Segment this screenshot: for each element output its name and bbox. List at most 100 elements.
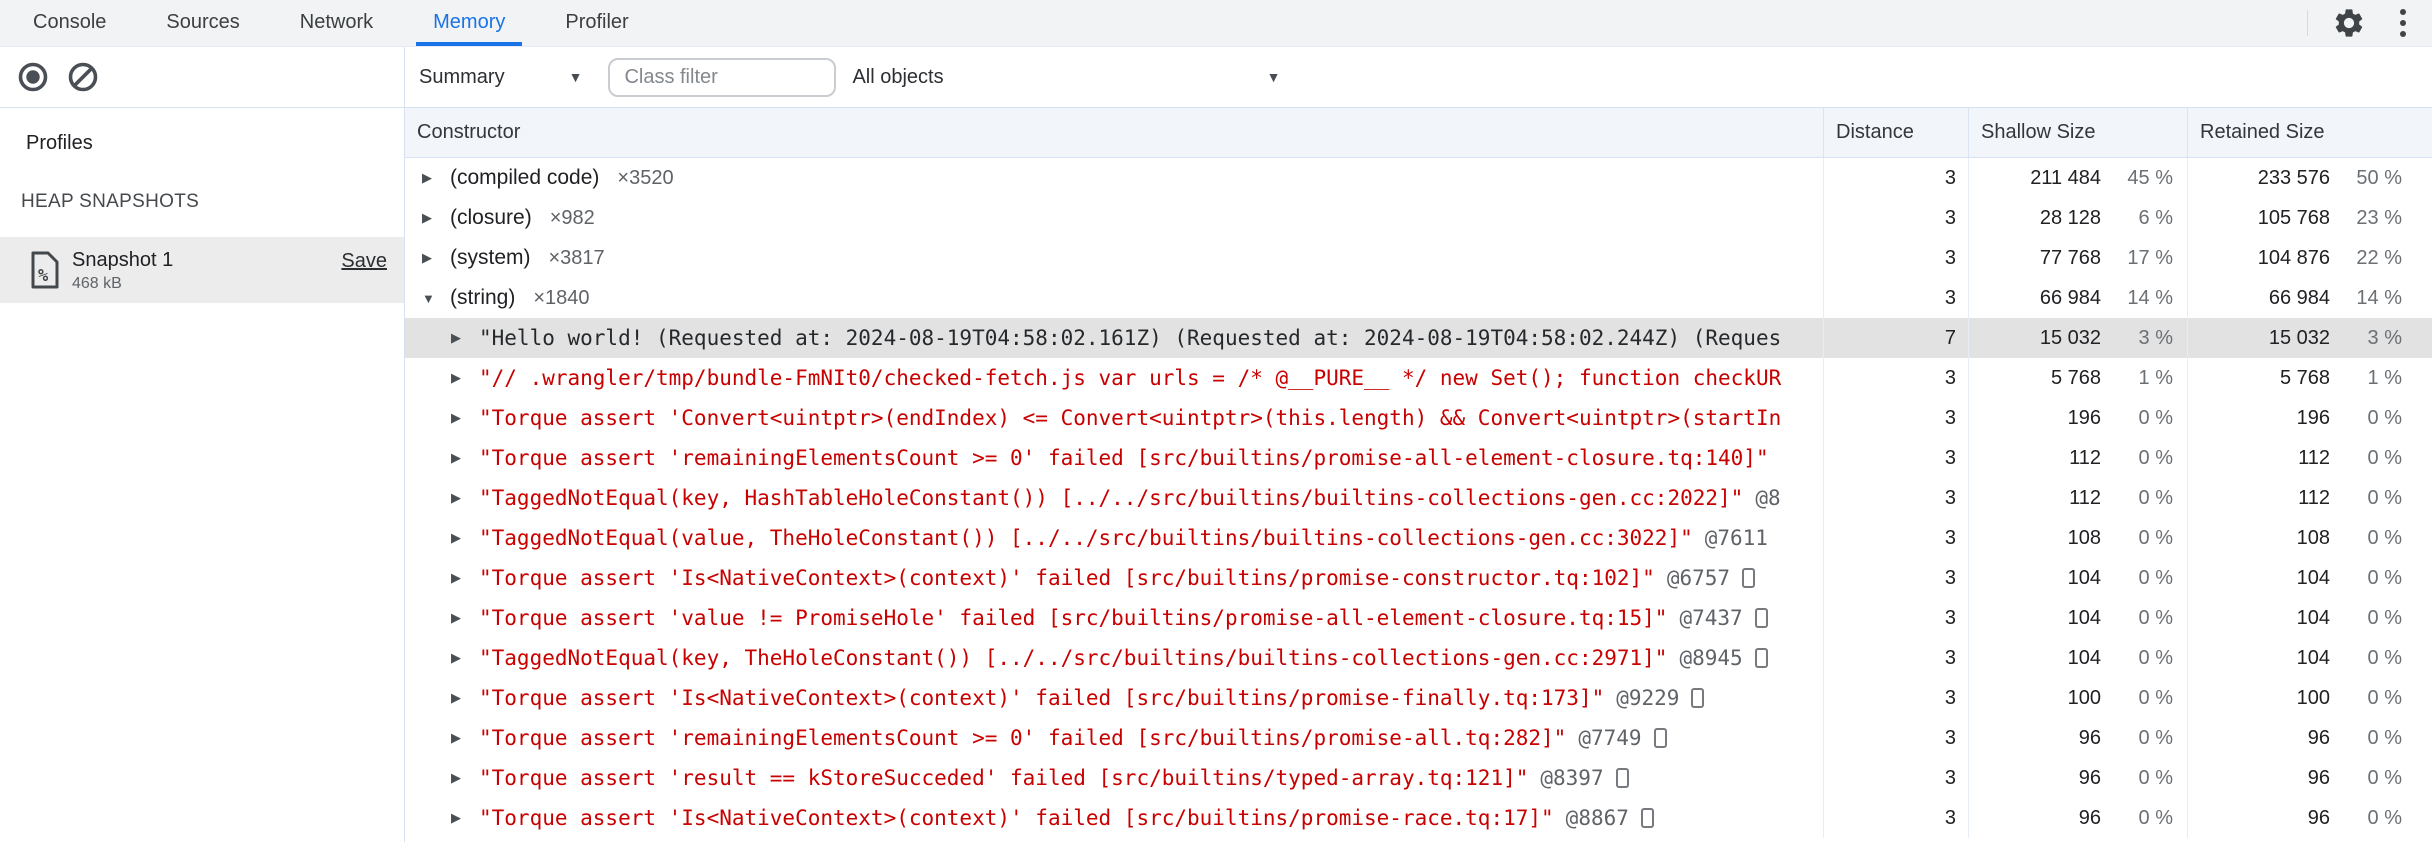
- table-row[interactable]: ▶ "// .wrangler/tmp/bundle-FmNIt0/checked…: [405, 358, 2432, 398]
- chevron-collapsed-icon[interactable]: ▶: [451, 730, 467, 746]
- missing-glyph-icon: [1640, 808, 1654, 828]
- chevron-collapsed-icon[interactable]: ▶: [451, 450, 467, 466]
- constructor-cell: ▶ "TaggedNotEqual(value, TheHoleConstant(…: [405, 518, 1823, 558]
- retained-size-cell: 105 768 23 %: [2187, 198, 2432, 238]
- class-filter-input[interactable]: [608, 57, 837, 97]
- distance-cell: 3: [1823, 478, 1968, 518]
- distance-value: 3: [1944, 766, 1956, 789]
- chevron-collapsed-icon[interactable]: ▶: [451, 530, 467, 546]
- table-row[interactable]: ▼ (string) ×1840 3 66 984 14 % 66 984 14 %: [405, 278, 2432, 318]
- chevron-collapsed-icon[interactable]: ▶: [451, 330, 467, 346]
- shallow-size-percent: 17 %: [2127, 246, 2173, 269]
- retained-size-cell: 66 984 14 %: [2187, 278, 2432, 318]
- chevron-expanded-icon[interactable]: ▼: [422, 291, 438, 306]
- snapshot-info: Snapshot 1 468 kB: [72, 248, 173, 293]
- retained-size-cell: 5 768 1 %: [2187, 358, 2432, 398]
- column-header-distance[interactable]: Distance: [1823, 108, 1968, 157]
- chevron-collapsed-icon[interactable]: ▶: [451, 610, 467, 626]
- table-row[interactable]: ▶ (system) ×3817 3 77 768 17 % 104 876 22 %: [405, 238, 2432, 278]
- constructor-cell: ▶ "Torque assert 'Convert<uintptr>(endInd…: [405, 398, 1823, 438]
- retained-size-percent: 0 %: [2367, 486, 2402, 509]
- table-row[interactable]: ▶ "Torque assert 'Convert<uintptr>(endInd…: [405, 398, 2432, 438]
- tab-memory[interactable]: Memory: [403, 0, 535, 46]
- constructor-label: "Torque assert 'remainingElementsCount >…: [479, 446, 1769, 470]
- chevron-collapsed-icon[interactable]: ▶: [451, 810, 467, 826]
- chevron-collapsed-icon[interactable]: ▶: [451, 650, 467, 666]
- shallow-size-value: 77 768: [2039, 246, 2101, 269]
- chevron-collapsed-icon[interactable]: ▶: [451, 570, 467, 586]
- missing-glyph-icon: [1691, 688, 1705, 708]
- distance-value: 3: [1944, 206, 1956, 229]
- chevron-collapsed-icon[interactable]: ▶: [451, 370, 467, 386]
- clear-profiles-icon[interactable]: [66, 60, 100, 94]
- chevron-collapsed-icon[interactable]: ▶: [451, 490, 467, 506]
- instance-count: ×3520: [617, 166, 674, 189]
- constructor-label: (closure): [450, 206, 532, 229]
- perspective-select-value: Summary: [419, 65, 505, 88]
- tab-profiler[interactable]: Profiler: [535, 0, 658, 46]
- chevron-collapsed-icon[interactable]: ▶: [451, 770, 467, 786]
- table-row[interactable]: ▶ "Torque assert 'Is<NativeContext>(conte…: [405, 558, 2432, 598]
- retained-size-percent: 0 %: [2367, 406, 2402, 429]
- retained-size-value: 112: [2298, 486, 2330, 509]
- save-snapshot-link[interactable]: Save: [341, 250, 387, 273]
- constructor-cell: ▶ "Torque assert 'Is<NativeContext>(conte…: [405, 798, 1823, 838]
- snapshot-size: 468 kB: [72, 274, 122, 292]
- tab-sources[interactable]: Sources: [136, 0, 269, 46]
- table-row[interactable]: ▶ "Hello world! (Requested at: 2024-08-19…: [405, 318, 2432, 358]
- object-scope-select[interactable]: All objects ▼: [852, 66, 1280, 89]
- tab-console[interactable]: Console: [3, 0, 136, 46]
- constructor-cell: ▶ "Torque assert 'Is<NativeContext>(conte…: [405, 678, 1823, 718]
- column-header-shallow-size[interactable]: Shallow Size: [1968, 108, 2187, 157]
- shallow-size-percent: 0 %: [2138, 446, 2173, 469]
- chevron-collapsed-icon[interactable]: ▶: [422, 250, 438, 266]
- retained-size-value: 66 984: [2268, 286, 2330, 309]
- table-row[interactable]: ▶ "Torque assert 'value != PromiseHole' f…: [405, 598, 2432, 638]
- retained-size-value: 15 032: [2268, 326, 2330, 349]
- table-row[interactable]: ▶ (compiled code) ×3520 3 211 484 45 % 233 576…: [405, 158, 2432, 198]
- chevron-collapsed-icon[interactable]: ▶: [422, 170, 438, 186]
- chevron-collapsed-icon[interactable]: ▶: [451, 690, 467, 706]
- constructor-label: (system): [450, 246, 531, 269]
- retained-size-percent: 0 %: [2367, 646, 2402, 669]
- grid-body: ▶ (compiled code) ×3520 3 211 484 45 % 233 576…: [405, 158, 2432, 838]
- retained-size-percent: 1 %: [2367, 366, 2402, 389]
- sidebar-item-snapshot-1[interactable]: % Snapshot 1 468 kB Save: [0, 237, 404, 303]
- retained-size-value: 108: [2296, 526, 2330, 549]
- table-row[interactable]: ▶ "Torque assert 'result == kStoreSuccede…: [405, 758, 2432, 798]
- table-row[interactable]: ▶ "TaggedNotEqual(key, TheHoleConstant())…: [405, 638, 2432, 678]
- instance-count: ×3817: [548, 246, 605, 269]
- constructor-label: "TaggedNotEqual(key, HashTableHoleConsta…: [479, 486, 1744, 510]
- table-row[interactable]: ▶ "Torque assert 'Is<NativeContext>(conte…: [405, 678, 2432, 718]
- chevron-collapsed-icon[interactable]: ▶: [451, 410, 467, 426]
- shallow-size-percent: 0 %: [2138, 646, 2173, 669]
- settings-gear-icon[interactable]: [2332, 6, 2366, 40]
- more-options-kebab-icon[interactable]: [2394, 5, 2412, 41]
- perspective-select[interactable]: Summary ▼: [419, 66, 582, 89]
- retained-size-value: 104 876: [2257, 246, 2330, 269]
- table-row[interactable]: ▶ "Torque assert 'Is<NativeContext>(conte…: [405, 798, 2432, 838]
- svg-text:%: %: [38, 266, 49, 286]
- retained-size-cell: 96 0 %: [2187, 758, 2432, 798]
- table-row[interactable]: ▶ "Torque assert 'remainingElementsCount …: [405, 438, 2432, 478]
- retained-size-percent: 23 %: [2356, 206, 2402, 229]
- tab-network[interactable]: Network: [270, 0, 403, 46]
- table-row[interactable]: ▶ "Torque assert 'remainingElementsCount …: [405, 718, 2432, 758]
- table-row[interactable]: ▶ "TaggedNotEqual(key, HashTableHoleConst…: [405, 478, 2432, 518]
- column-header-retained-size[interactable]: Retained Size: [2187, 108, 2432, 157]
- table-row[interactable]: ▶ (closure) ×982 3 28 128 6 % 105 768 23 %: [405, 198, 2432, 238]
- retained-size-value: 105 768: [2257, 206, 2330, 229]
- column-header-constructor[interactable]: Constructor: [405, 108, 1823, 157]
- table-row[interactable]: ▶ "TaggedNotEqual(value, TheHoleConstant(…: [405, 518, 2432, 558]
- profiles-toolbar: [0, 47, 404, 107]
- record-heap-snapshot-icon[interactable]: [16, 60, 50, 94]
- object-id: @8: [1755, 486, 1781, 510]
- retained-size-value: 100: [2296, 686, 2330, 709]
- retained-size-percent: 0 %: [2367, 446, 2402, 469]
- heap-snapshot-file-icon: %: [31, 251, 59, 289]
- tabbar-actions: [2307, 0, 2432, 46]
- chevron-collapsed-icon[interactable]: ▶: [422, 210, 438, 226]
- constructor-cell: ▶ "// .wrangler/tmp/bundle-FmNIt0/checked…: [405, 358, 1823, 398]
- shallow-size-cell: 96 0 %: [1968, 758, 2187, 798]
- profiles-heading: Profiles: [26, 132, 93, 154]
